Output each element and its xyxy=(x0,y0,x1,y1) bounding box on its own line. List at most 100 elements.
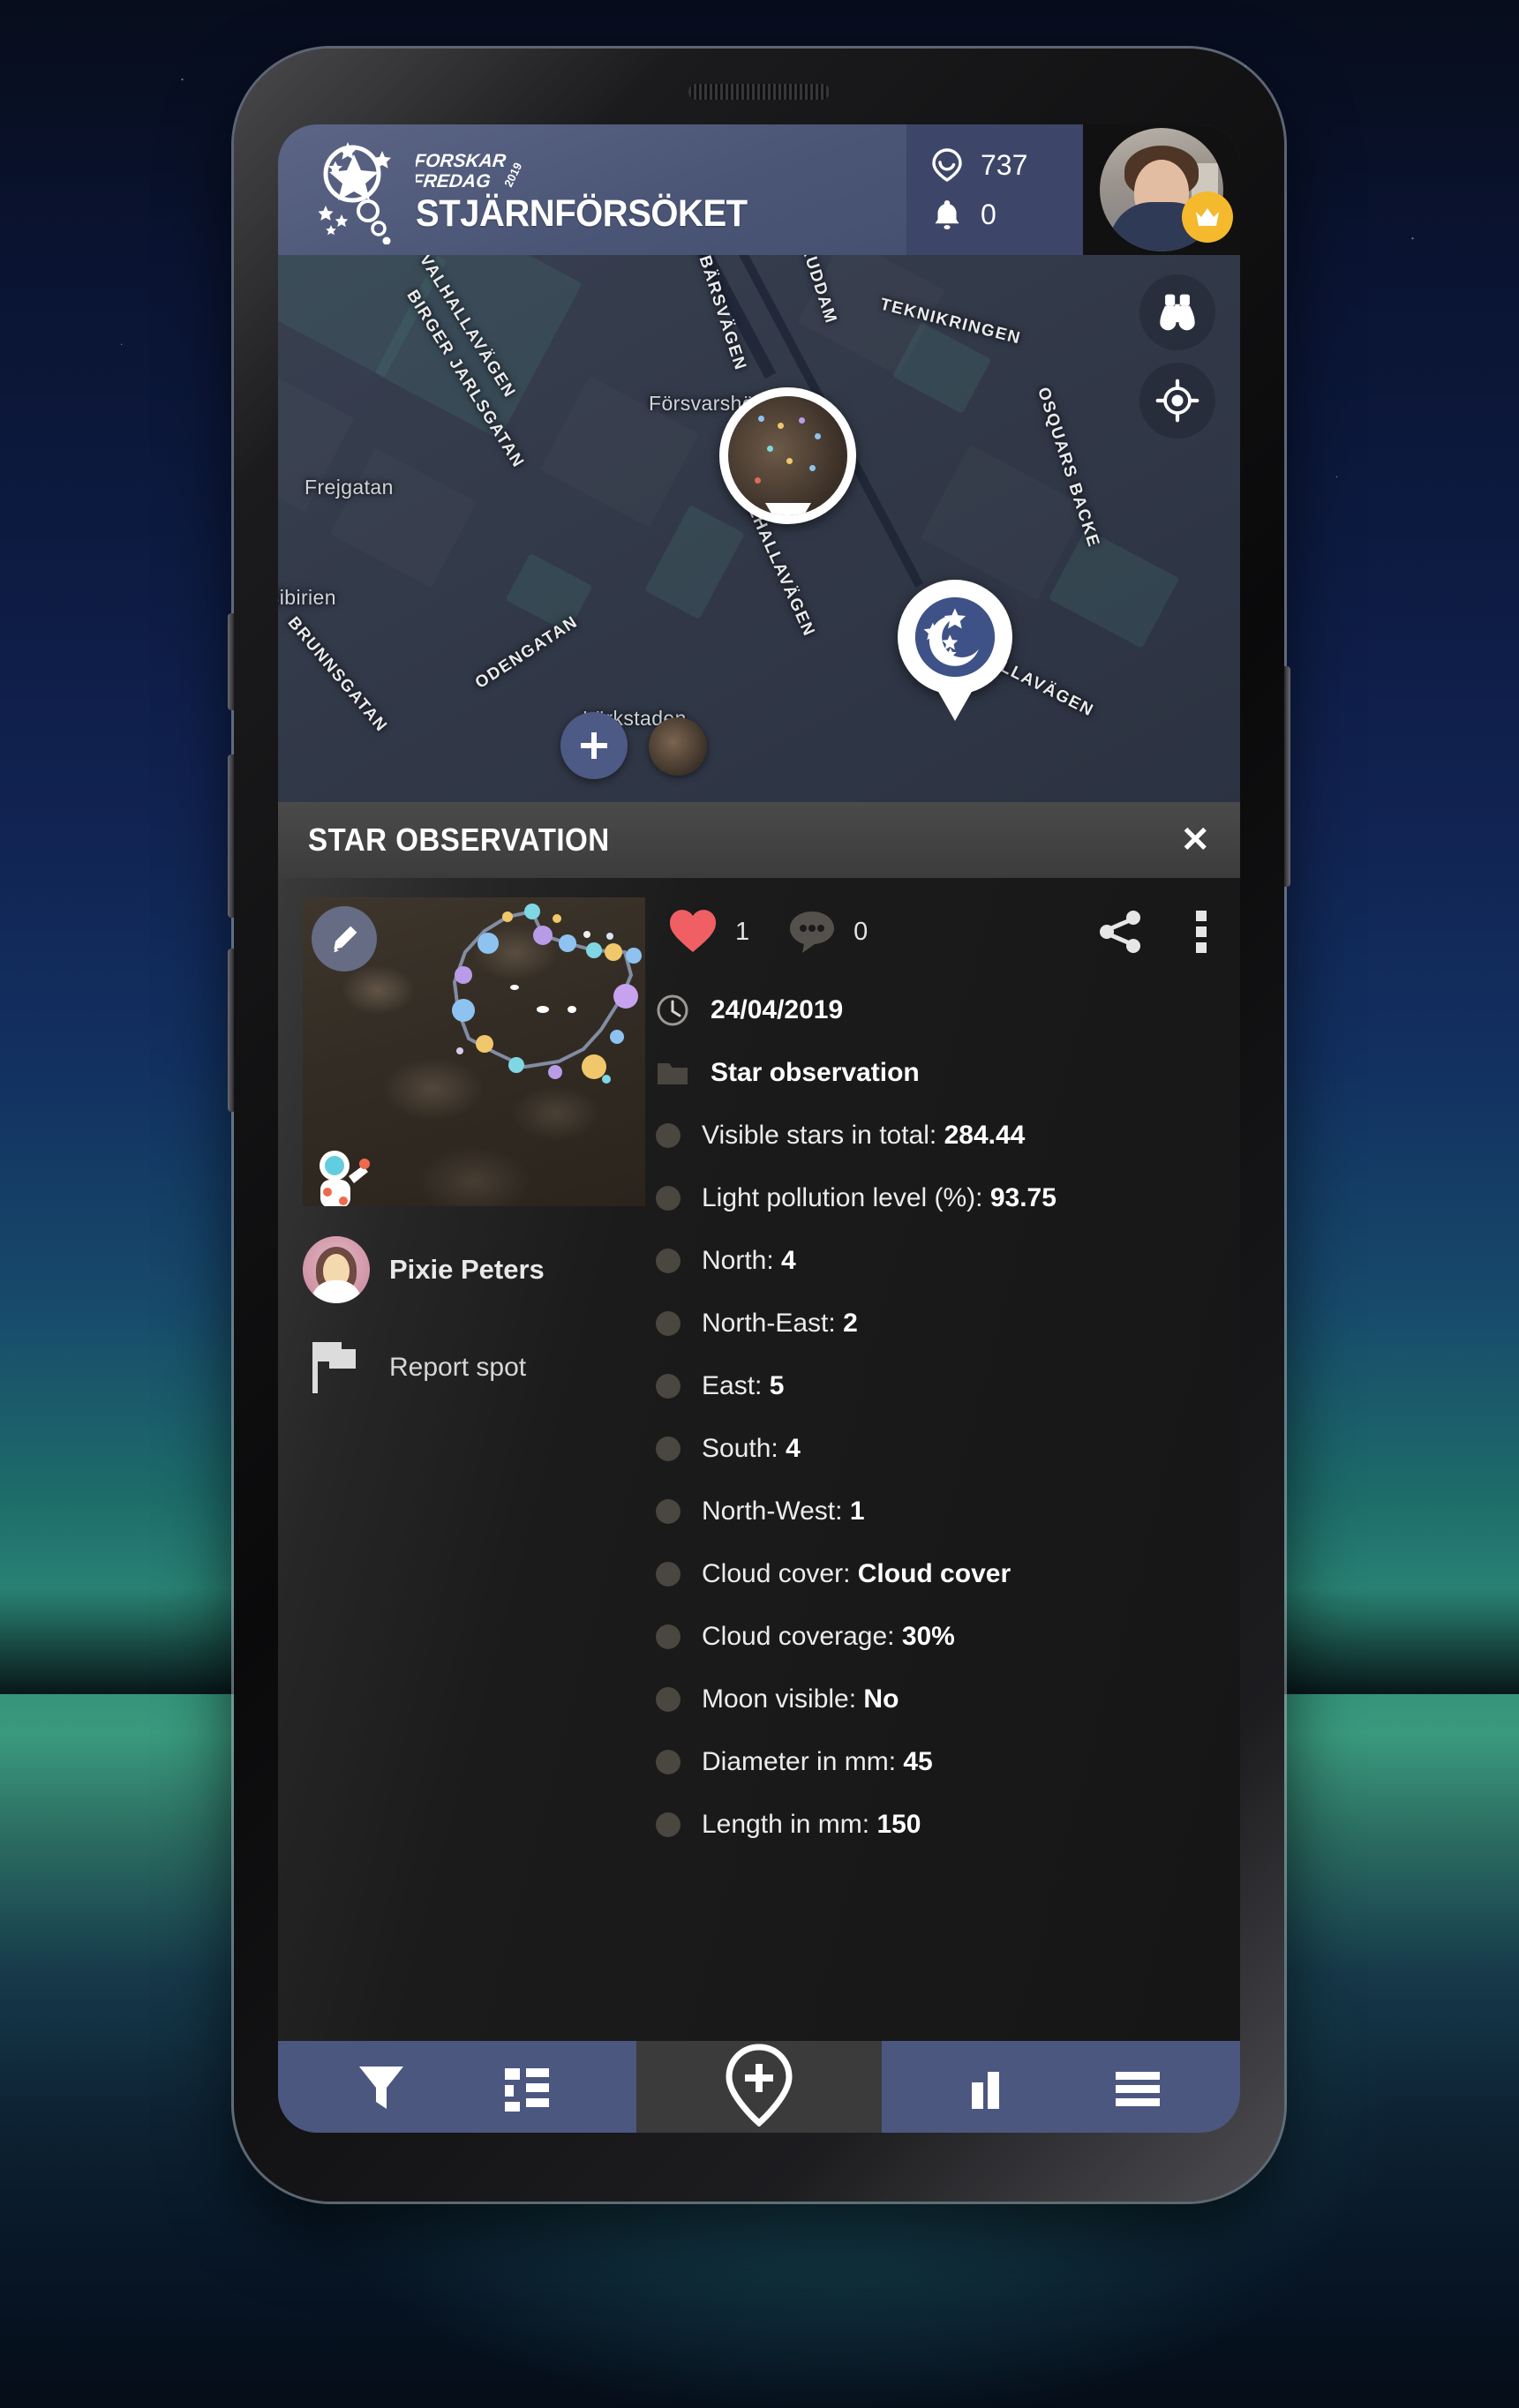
observation-author[interactable]: Pixie Peters xyxy=(303,1236,649,1303)
social-right-group xyxy=(1097,908,1240,956)
phone-power-button xyxy=(1284,666,1290,887)
like-count: 1 xyxy=(735,917,750,946)
bullet-icon xyxy=(656,1498,681,1524)
detail-text: Light pollution level (%): 93.75 xyxy=(702,1183,1057,1213)
detail-panel-header: STAR OBSERVATION ✕ xyxy=(278,802,1240,878)
bullet-icon xyxy=(656,1812,681,1837)
detail-label: Moon visible: xyxy=(702,1684,864,1714)
detail-row: Cloud cover: Cloud cover xyxy=(656,1542,1240,1605)
detail-row: South: 4 xyxy=(656,1417,1240,1480)
detail-right-column: 1 0 24/04/2019 Star observation Visible … xyxy=(649,878,1240,2041)
detail-value: No xyxy=(863,1684,899,1714)
author-name: Pixie Peters xyxy=(389,1254,545,1285)
detail-label: North-East: xyxy=(702,1308,844,1338)
nav-right-group xyxy=(882,2041,1240,2133)
app-title: STJÄRNFÖRSÖKET xyxy=(416,191,748,235)
detail-row: Moon visible: No xyxy=(656,1668,1240,1730)
list-view-icon[interactable] xyxy=(500,2059,554,2114)
crown-badge-icon xyxy=(1182,191,1233,243)
flag-icon xyxy=(312,1342,356,1393)
detail-text: South: 4 xyxy=(702,1434,801,1464)
detail-value: 4 xyxy=(786,1433,801,1463)
app-brand[interactable]: FORSKAR FREDAG 2019 STJÄRNFÖRSÖKET xyxy=(278,124,906,255)
detail-label: Length in mm: xyxy=(702,1809,877,1839)
hamburger-menu-icon[interactable] xyxy=(1110,2059,1165,2114)
detail-text: North: 4 xyxy=(702,1246,796,1276)
detail-label: Visible stars in total: xyxy=(702,1120,944,1150)
phone-button-1 xyxy=(228,613,234,710)
brand-text-block: FORSKAR FREDAG 2019 STJÄRNFÖRSÖKET xyxy=(416,147,772,233)
detail-rows-container: Visible stars in total: 284.44 Light poll… xyxy=(656,1104,1240,1856)
detail-left-column: Pixie Peters Report spot xyxy=(278,878,649,2041)
detail-text: East: 5 xyxy=(702,1371,784,1401)
detail-value: 150 xyxy=(876,1809,921,1839)
detail-row-category: Star observation xyxy=(656,1041,1240,1104)
binoculars-icon xyxy=(1160,294,1195,331)
bullet-icon xyxy=(656,1436,681,1461)
detail-value: 2 xyxy=(843,1308,858,1338)
detail-value: 4 xyxy=(781,1245,796,1275)
phone-volume-down xyxy=(228,949,234,1112)
logo-line2: FREDAG xyxy=(416,171,492,191)
edit-photo-button[interactable] xyxy=(312,906,377,971)
add-pin-icon xyxy=(726,2044,793,2127)
bullet-icon xyxy=(656,1122,681,1148)
my-location-button[interactable] xyxy=(1139,363,1215,439)
detail-label: Light pollution level (%): xyxy=(702,1182,990,1212)
detail-row: Light pollution level (%): 93.75 xyxy=(656,1166,1240,1229)
comment-button[interactable]: 0 xyxy=(749,909,868,955)
map-star-observation-marker[interactable] xyxy=(898,580,1012,694)
spot-counter[interactable]: 737 xyxy=(929,147,1083,183)
spot-count: 737 xyxy=(981,148,1028,181)
forskar-fredag-logo: FORSKAR FREDAG 2019 xyxy=(416,151,524,191)
bar-chart-icon[interactable] xyxy=(965,2059,1019,2114)
map-place-label: Sibirien xyxy=(278,586,336,609)
star-moon-icon xyxy=(914,596,996,678)
detail-row-date: 24/04/2019 xyxy=(656,979,1240,1041)
observation-photo[interactable] xyxy=(303,897,645,1206)
detail-value: 5 xyxy=(769,1370,785,1400)
phone-screen: FORSKAR FREDAG 2019 STJÄRNFÖRSÖKET 737 0… xyxy=(278,124,1240,2133)
add-pin-button[interactable] xyxy=(717,2042,801,2127)
nav-center-group xyxy=(636,2041,882,2133)
detail-text: Length in mm: 150 xyxy=(702,1810,921,1840)
bullet-icon xyxy=(656,1310,681,1336)
notification-count: 0 xyxy=(981,198,996,230)
map-add-button[interactable] xyxy=(560,712,628,779)
detail-value: 284.44 xyxy=(944,1120,1026,1150)
close-icon[interactable]: ✕ xyxy=(1180,822,1210,858)
detail-value: 30% xyxy=(901,1621,955,1651)
more-vertical-icon[interactable] xyxy=(1192,908,1210,956)
detail-row: Cloud coverage: 30% xyxy=(656,1605,1240,1668)
share-icon[interactable] xyxy=(1097,908,1145,956)
phone-earpiece xyxy=(688,84,830,100)
map-photo-thumbnail[interactable] xyxy=(649,717,707,776)
funnel-filter-icon[interactable] xyxy=(354,2059,409,2114)
location-pin-icon xyxy=(932,148,962,182)
phone-volume-up xyxy=(228,754,234,918)
detail-row: North-East: 2 xyxy=(656,1292,1240,1354)
report-spot-button[interactable]: Report spot xyxy=(303,1337,649,1399)
binoculars-button[interactable] xyxy=(1139,274,1215,350)
heart-icon xyxy=(669,910,717,952)
add-plus-icon xyxy=(581,732,607,759)
detail-value: 93.75 xyxy=(989,1182,1057,1212)
bullet-icon xyxy=(656,1373,681,1399)
detail-category: Star observation xyxy=(711,1057,920,1087)
detail-value: Cloud cover xyxy=(857,1558,1011,1588)
phone-frame: FORSKAR FREDAG 2019 STJÄRNFÖRSÖKET 737 0… xyxy=(228,49,1290,2202)
profile-avatar-button[interactable] xyxy=(1083,124,1240,255)
detail-text: Visible stars in total: 284.44 xyxy=(702,1121,1025,1151)
notification-counter[interactable]: 0 xyxy=(929,197,1083,232)
bullet-icon xyxy=(656,1686,681,1712)
like-button[interactable]: 1 xyxy=(656,909,749,955)
map-view[interactable]: VALHALLAVÄGEN KÖRSBÄRSVÄGEN RUDDAM BIRGER J… xyxy=(278,255,1240,802)
folder-icon xyxy=(658,1062,688,1084)
detail-label: South: xyxy=(702,1433,786,1463)
detail-date: 24/04/2019 xyxy=(711,994,844,1024)
comment-count: 0 xyxy=(853,917,869,946)
map-photo-marker[interactable] xyxy=(719,387,856,524)
detail-text: North-West: 1 xyxy=(702,1497,865,1527)
my-location-icon xyxy=(1155,379,1199,423)
nav-left-group xyxy=(278,2041,636,2133)
